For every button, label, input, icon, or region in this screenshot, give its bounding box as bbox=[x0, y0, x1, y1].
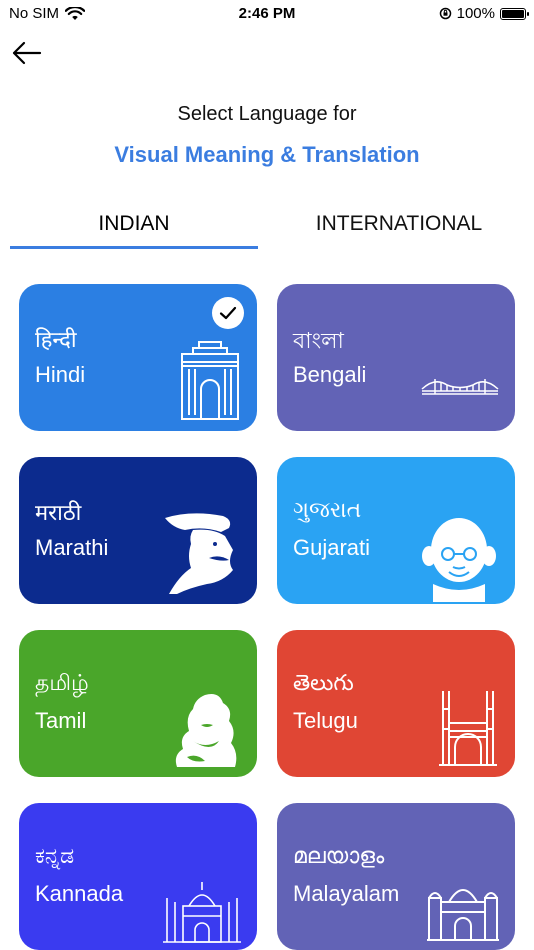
status-bar: No SIM 2:46 PM 100% bbox=[0, 0, 534, 28]
language-native-name: ಕನ್ನಡ bbox=[35, 843, 75, 868]
mosque-icon bbox=[427, 889, 499, 941]
gandhi-portrait-icon bbox=[422, 518, 496, 602]
howrah-bridge-icon bbox=[421, 379, 499, 395]
language-card-kannada[interactable]: ಕನ್ನಡ Kannada bbox=[19, 803, 257, 950]
status-right: 100% bbox=[439, 5, 529, 22]
orientation-lock-icon bbox=[439, 7, 451, 20]
language-card-bengali[interactable]: বাংলা Bengali bbox=[277, 284, 515, 431]
india-gate-icon bbox=[181, 341, 239, 420]
active-tab-indicator bbox=[10, 246, 258, 249]
language-english-name: Marathi bbox=[35, 535, 109, 560]
battery-icon bbox=[500, 7, 529, 20]
language-native-name: मराठी bbox=[35, 500, 82, 525]
language-card-tamil[interactable]: தமிழ் Tamil bbox=[19, 630, 257, 777]
battery-percent: 100% bbox=[456, 5, 495, 22]
language-native-name: తెలుగు bbox=[293, 670, 354, 695]
mysore-palace-icon bbox=[163, 882, 241, 943]
language-english-name: Bengali bbox=[293, 362, 367, 387]
language-card-malayalam[interactable]: മലയാളം Malayalam bbox=[277, 803, 515, 950]
shivaji-portrait-icon bbox=[165, 513, 233, 594]
language-english-name: Telugu bbox=[293, 708, 358, 733]
charminar-icon bbox=[439, 691, 497, 766]
language-native-name: हिन्दी bbox=[35, 327, 77, 352]
page-subheading: Visual Meaning & Translation bbox=[114, 142, 420, 167]
language-card-marathi[interactable]: मराठी Marathi bbox=[19, 457, 257, 604]
language-card-telugu[interactable]: తెలుగు Telugu bbox=[277, 630, 515, 777]
language-english-name: Gujarati bbox=[293, 535, 371, 560]
language-native-name: ગુજરાત bbox=[293, 497, 362, 522]
language-card-hindi[interactable]: हिन्दी Hindi bbox=[19, 284, 257, 431]
language-native-name: தமிழ் bbox=[35, 670, 89, 695]
language-native-name: বাংলা bbox=[293, 328, 344, 353]
back-arrow-icon bbox=[12, 41, 42, 65]
language-tabs: INDIAN INTERNATIONAL bbox=[0, 206, 534, 250]
language-native-name: മലയാളം bbox=[293, 843, 385, 868]
tab-indian[interactable]: INDIAN bbox=[10, 206, 258, 246]
back-button[interactable] bbox=[10, 38, 44, 68]
language-english-name: Malayalam bbox=[293, 881, 400, 906]
adiyogi-statue-icon bbox=[175, 694, 237, 767]
selected-check-icon bbox=[212, 297, 244, 329]
language-english-name: Hindi bbox=[35, 362, 86, 387]
language-english-name: Kannada bbox=[35, 881, 124, 906]
language-english-name: Tamil bbox=[35, 708, 87, 733]
language-card-gujarati[interactable]: ગુજરાત Gujarati bbox=[277, 457, 515, 604]
tab-international[interactable]: INTERNATIONAL bbox=[270, 206, 528, 246]
page-heading: Select Language for bbox=[177, 103, 357, 125]
